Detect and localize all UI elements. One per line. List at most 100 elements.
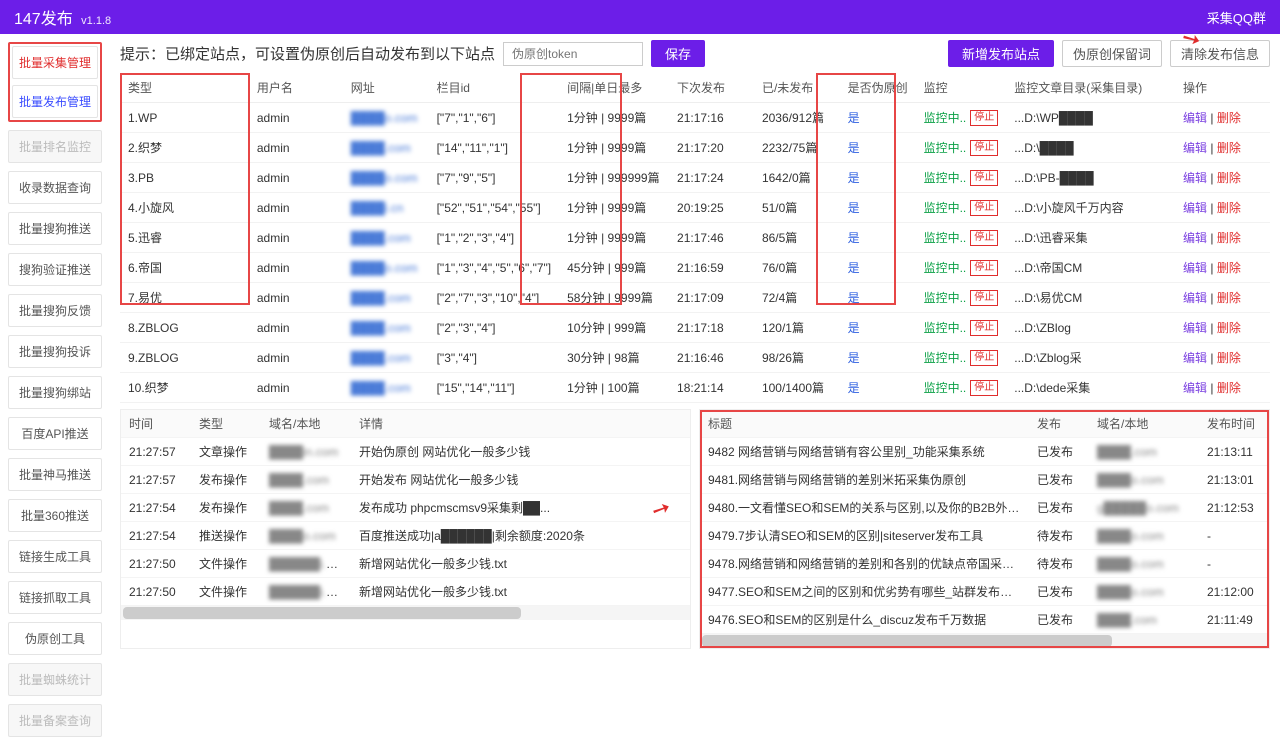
log-right-row: 9477.SEO和SEM之间的区别和优劣势有哪些_站群发布千万数据已发布████… (700, 578, 1269, 606)
delete-link[interactable]: 删除 (1217, 171, 1241, 185)
cell-next: 21:17:18 (669, 313, 754, 343)
table-row[interactable]: 5.迅睿admin████.com["1","2","3","4"]1分钟 | … (120, 223, 1270, 253)
delete-link[interactable]: 删除 (1217, 291, 1241, 305)
monitor-stop-button[interactable]: 停止 (970, 290, 998, 306)
ll-type: 文件操作 (191, 550, 261, 578)
monitor-status: 监控中.. (924, 139, 967, 156)
sidebar-item-9[interactable]: 批量360推送 (8, 499, 102, 532)
monitor-stop-button[interactable]: 停止 (970, 230, 998, 246)
sidebar-item-10[interactable]: 链接生成工具 (8, 540, 102, 573)
monitor-stop-button[interactable]: 停止 (970, 380, 998, 396)
delete-link[interactable]: 删除 (1217, 321, 1241, 335)
cell-op: 编辑 | 删除 (1175, 133, 1270, 163)
sidebar-item-1[interactable]: 收录数据查询 (8, 171, 102, 204)
sidebar-item-14[interactable]: 批量备案查询 (8, 704, 102, 737)
edit-link[interactable]: 编辑 (1183, 201, 1207, 215)
monitor-stop-button[interactable]: 停止 (970, 110, 998, 126)
edit-link[interactable]: 编辑 (1183, 381, 1207, 395)
lr-domain: ████o.com (1089, 466, 1199, 494)
cell-pub: 120/1篇 (754, 313, 840, 343)
edit-link[interactable]: 编辑 (1183, 141, 1207, 155)
table-row[interactable]: 1.WPadmin████o.com["7","1","6"]1分钟 | 999… (120, 103, 1270, 133)
table-row[interactable]: 7.易优admin████.com["2","7","3","10","4"]5… (120, 283, 1270, 313)
table-row[interactable]: 3.PBadmin████o.com["7","9","5"]1分钟 | 999… (120, 163, 1270, 193)
log-left-row: 21:27:57发布操作████.com开始发布 网站优化一般多少钱 (121, 466, 690, 494)
table-row[interactable]: 8.ZBLOGadmin████.com["2","3","4"]10分钟 | … (120, 313, 1270, 343)
edit-link[interactable]: 编辑 (1183, 351, 1207, 365)
cell-user: admin (249, 373, 343, 403)
delete-link[interactable]: 删除 (1217, 261, 1241, 275)
edit-link[interactable]: 编辑 (1183, 261, 1207, 275)
token-input[interactable] (503, 42, 643, 66)
cell-colid: ["1","2","3","4"] (429, 223, 560, 253)
cell-dir: ...D:\████ (1006, 133, 1175, 163)
delete-link[interactable]: 删除 (1217, 141, 1241, 155)
sidebar-item-11[interactable]: 链接抓取工具 (8, 581, 102, 614)
cell-pseudo[interactable]: 是 (840, 133, 916, 163)
sidebar-item-0[interactable]: 批量排名监控 (8, 130, 102, 163)
cell-pseudo[interactable]: 是 (840, 283, 916, 313)
monitor-stop-button[interactable]: 停止 (970, 200, 998, 216)
sidebar-item-publish[interactable]: 批量发布管理 (12, 85, 98, 118)
cell-pseudo[interactable]: 是 (840, 373, 916, 403)
lr-th-pub: 发布 (1029, 410, 1089, 438)
table-row[interactable]: 9.ZBLOGadmin████.com["3","4"]30分钟 | 98篇2… (120, 343, 1270, 373)
sidebar-item-7[interactable]: 百度API推送 (8, 417, 102, 450)
ll-domain: ████in.com (261, 438, 351, 466)
lr-domain: g█████o.com (1089, 494, 1199, 522)
log-right-row: 9481.网络营销与网络营销的差别米拓采集伪原创已发布████o.com21:1… (700, 466, 1269, 494)
table-row[interactable]: 10.织梦admin████.com["15","14","11"]1分钟 | … (120, 373, 1270, 403)
cell-pub: 100/1400篇 (754, 373, 840, 403)
edit-link[interactable]: 编辑 (1183, 171, 1207, 185)
sidebar-item-4[interactable]: 批量搜狗反馈 (8, 294, 102, 327)
log-left-scrollbar[interactable] (121, 606, 690, 620)
add-site-button[interactable]: 新增发布站点 (948, 40, 1054, 67)
cell-url: ████.com (343, 373, 429, 403)
lr-pub: 已发布 (1029, 606, 1089, 634)
edit-link[interactable]: 编辑 (1183, 231, 1207, 245)
monitor-stop-button[interactable]: 停止 (970, 140, 998, 156)
sidebar-item-6[interactable]: 批量搜狗绑站 (8, 376, 102, 409)
cell-op: 编辑 | 删除 (1175, 373, 1270, 403)
cell-pseudo[interactable]: 是 (840, 223, 916, 253)
sidebar-item-13[interactable]: 批量蜘蛛统计 (8, 663, 102, 696)
edit-link[interactable]: 编辑 (1183, 321, 1207, 335)
cell-dir: ...D:\迅睿采集 (1006, 223, 1175, 253)
sidebar-item-3[interactable]: 搜狗验证推送 (8, 253, 102, 286)
monitor-stop-button[interactable]: 停止 (970, 170, 998, 186)
sidebar: 批量采集管理 批量发布管理 批量排名监控收录数据查询批量搜狗推送搜狗验证推送批量… (0, 34, 110, 753)
table-row[interactable]: 6.帝国admin████o.com["1","3","4","5","6","… (120, 253, 1270, 283)
cell-user: admin (249, 283, 343, 313)
monitor-stop-button[interactable]: 停止 (970, 260, 998, 276)
qq-group-link[interactable]: 采集QQ群 ➘ (1207, 8, 1266, 27)
sidebar-item-2[interactable]: 批量搜狗推送 (8, 212, 102, 245)
sidebar-item-12[interactable]: 伪原创工具 (8, 622, 102, 655)
sidebar-item-8[interactable]: 批量神马推送 (8, 458, 102, 491)
cell-pseudo[interactable]: 是 (840, 343, 916, 373)
sidebar-item-collect[interactable]: 批量采集管理 (12, 46, 98, 79)
delete-link[interactable]: 删除 (1217, 381, 1241, 395)
sidebar-item-5[interactable]: 批量搜狗投诉 (8, 335, 102, 368)
cell-pseudo[interactable]: 是 (840, 163, 916, 193)
delete-link[interactable]: 删除 (1217, 111, 1241, 125)
save-button[interactable]: 保存 (651, 40, 705, 67)
monitor-stop-button[interactable]: 停止 (970, 320, 998, 336)
cell-pseudo[interactable]: 是 (840, 313, 916, 343)
cell-pseudo[interactable]: 是 (840, 193, 916, 223)
delete-link[interactable]: 删除 (1217, 201, 1241, 215)
delete-link[interactable]: 删除 (1217, 231, 1241, 245)
log-right-scrollbar[interactable] (700, 634, 1269, 648)
reserved-words-button[interactable]: 伪原创保留词 (1062, 40, 1162, 67)
cell-pseudo[interactable]: 是 (840, 103, 916, 133)
monitor-stop-button[interactable]: 停止 (970, 350, 998, 366)
lr-th-title: 标题 (700, 410, 1029, 438)
cell-interval: 58分钟 | 9999篇 (559, 283, 669, 313)
ll-detail: 开始发布 网站优化一般多少钱 (351, 466, 690, 494)
log-right-panel: 标题 发布 域名/本地 发布时间 9482 网络营销与网络营销有容公里别_功能采… (699, 409, 1270, 649)
table-row[interactable]: 2.织梦admin████.com["14","11","1"]1分钟 | 99… (120, 133, 1270, 163)
edit-link[interactable]: 编辑 (1183, 111, 1207, 125)
cell-pseudo[interactable]: 是 (840, 253, 916, 283)
edit-link[interactable]: 编辑 (1183, 291, 1207, 305)
table-row[interactable]: 4.小旋风admin████i.cn["52","51","54","55"]1… (120, 193, 1270, 223)
delete-link[interactable]: 删除 (1217, 351, 1241, 365)
